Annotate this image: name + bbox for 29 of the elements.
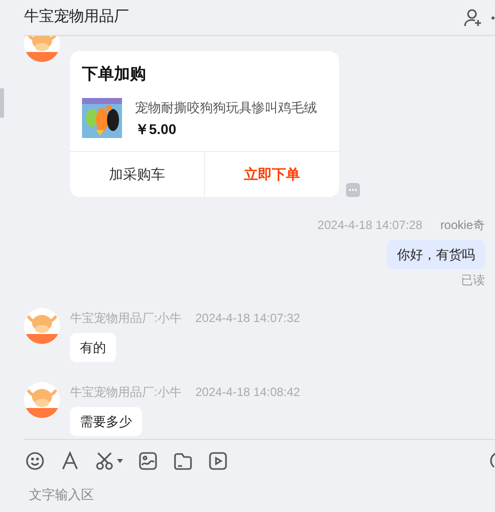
message-input[interactable]: 文字输入区 [29, 485, 429, 504]
avatar[interactable] [24, 382, 60, 418]
card-title: 下单加购 [82, 64, 147, 85]
image-icon[interactable] [138, 450, 158, 470]
avatar[interactable] [24, 308, 60, 344]
chat-title: 牛宝宠物用品厂 [24, 7, 129, 28]
product-name: 宠物耐撕咬狗狗玩具惨叫鸡毛绒 [135, 99, 317, 117]
folder-icon[interactable] [173, 450, 193, 470]
emoji-icon[interactable] [25, 450, 45, 470]
message-bubble: 你好，有货吗 [387, 240, 485, 269]
scrollbar[interactable] [0, 88, 4, 118]
video-icon[interactable] [208, 450, 228, 470]
avatar[interactable] [24, 36, 60, 62]
message-bubble: 有的 [70, 333, 116, 362]
sender-name: 牛宝宠物用品厂:小牛 [70, 384, 182, 400]
message-bubble: 需要多少 [70, 407, 142, 436]
message-time: 2024-4-18 14:08:42 [195, 384, 300, 400]
message-time: 2024-4-18 14:07:32 [195, 310, 300, 326]
font-icon[interactable] [60, 450, 80, 470]
sender-name: rookie奇 [440, 217, 485, 233]
product-price: ￥5.00 [135, 120, 178, 139]
order-now-button[interactable]: 立即下单 [204, 152, 339, 197]
caret-icon[interactable] [117, 458, 123, 462]
sender-name: 牛宝宠物用品厂:小牛 [70, 310, 182, 326]
scissors-icon[interactable] [95, 450, 115, 470]
message-time: 2024-4-18 14:07:28 [318, 217, 422, 233]
add-user-icon[interactable] [463, 8, 483, 28]
add-to-cart-button[interactable]: 加采购车 [70, 152, 204, 197]
read-status: 已读 [461, 272, 485, 288]
